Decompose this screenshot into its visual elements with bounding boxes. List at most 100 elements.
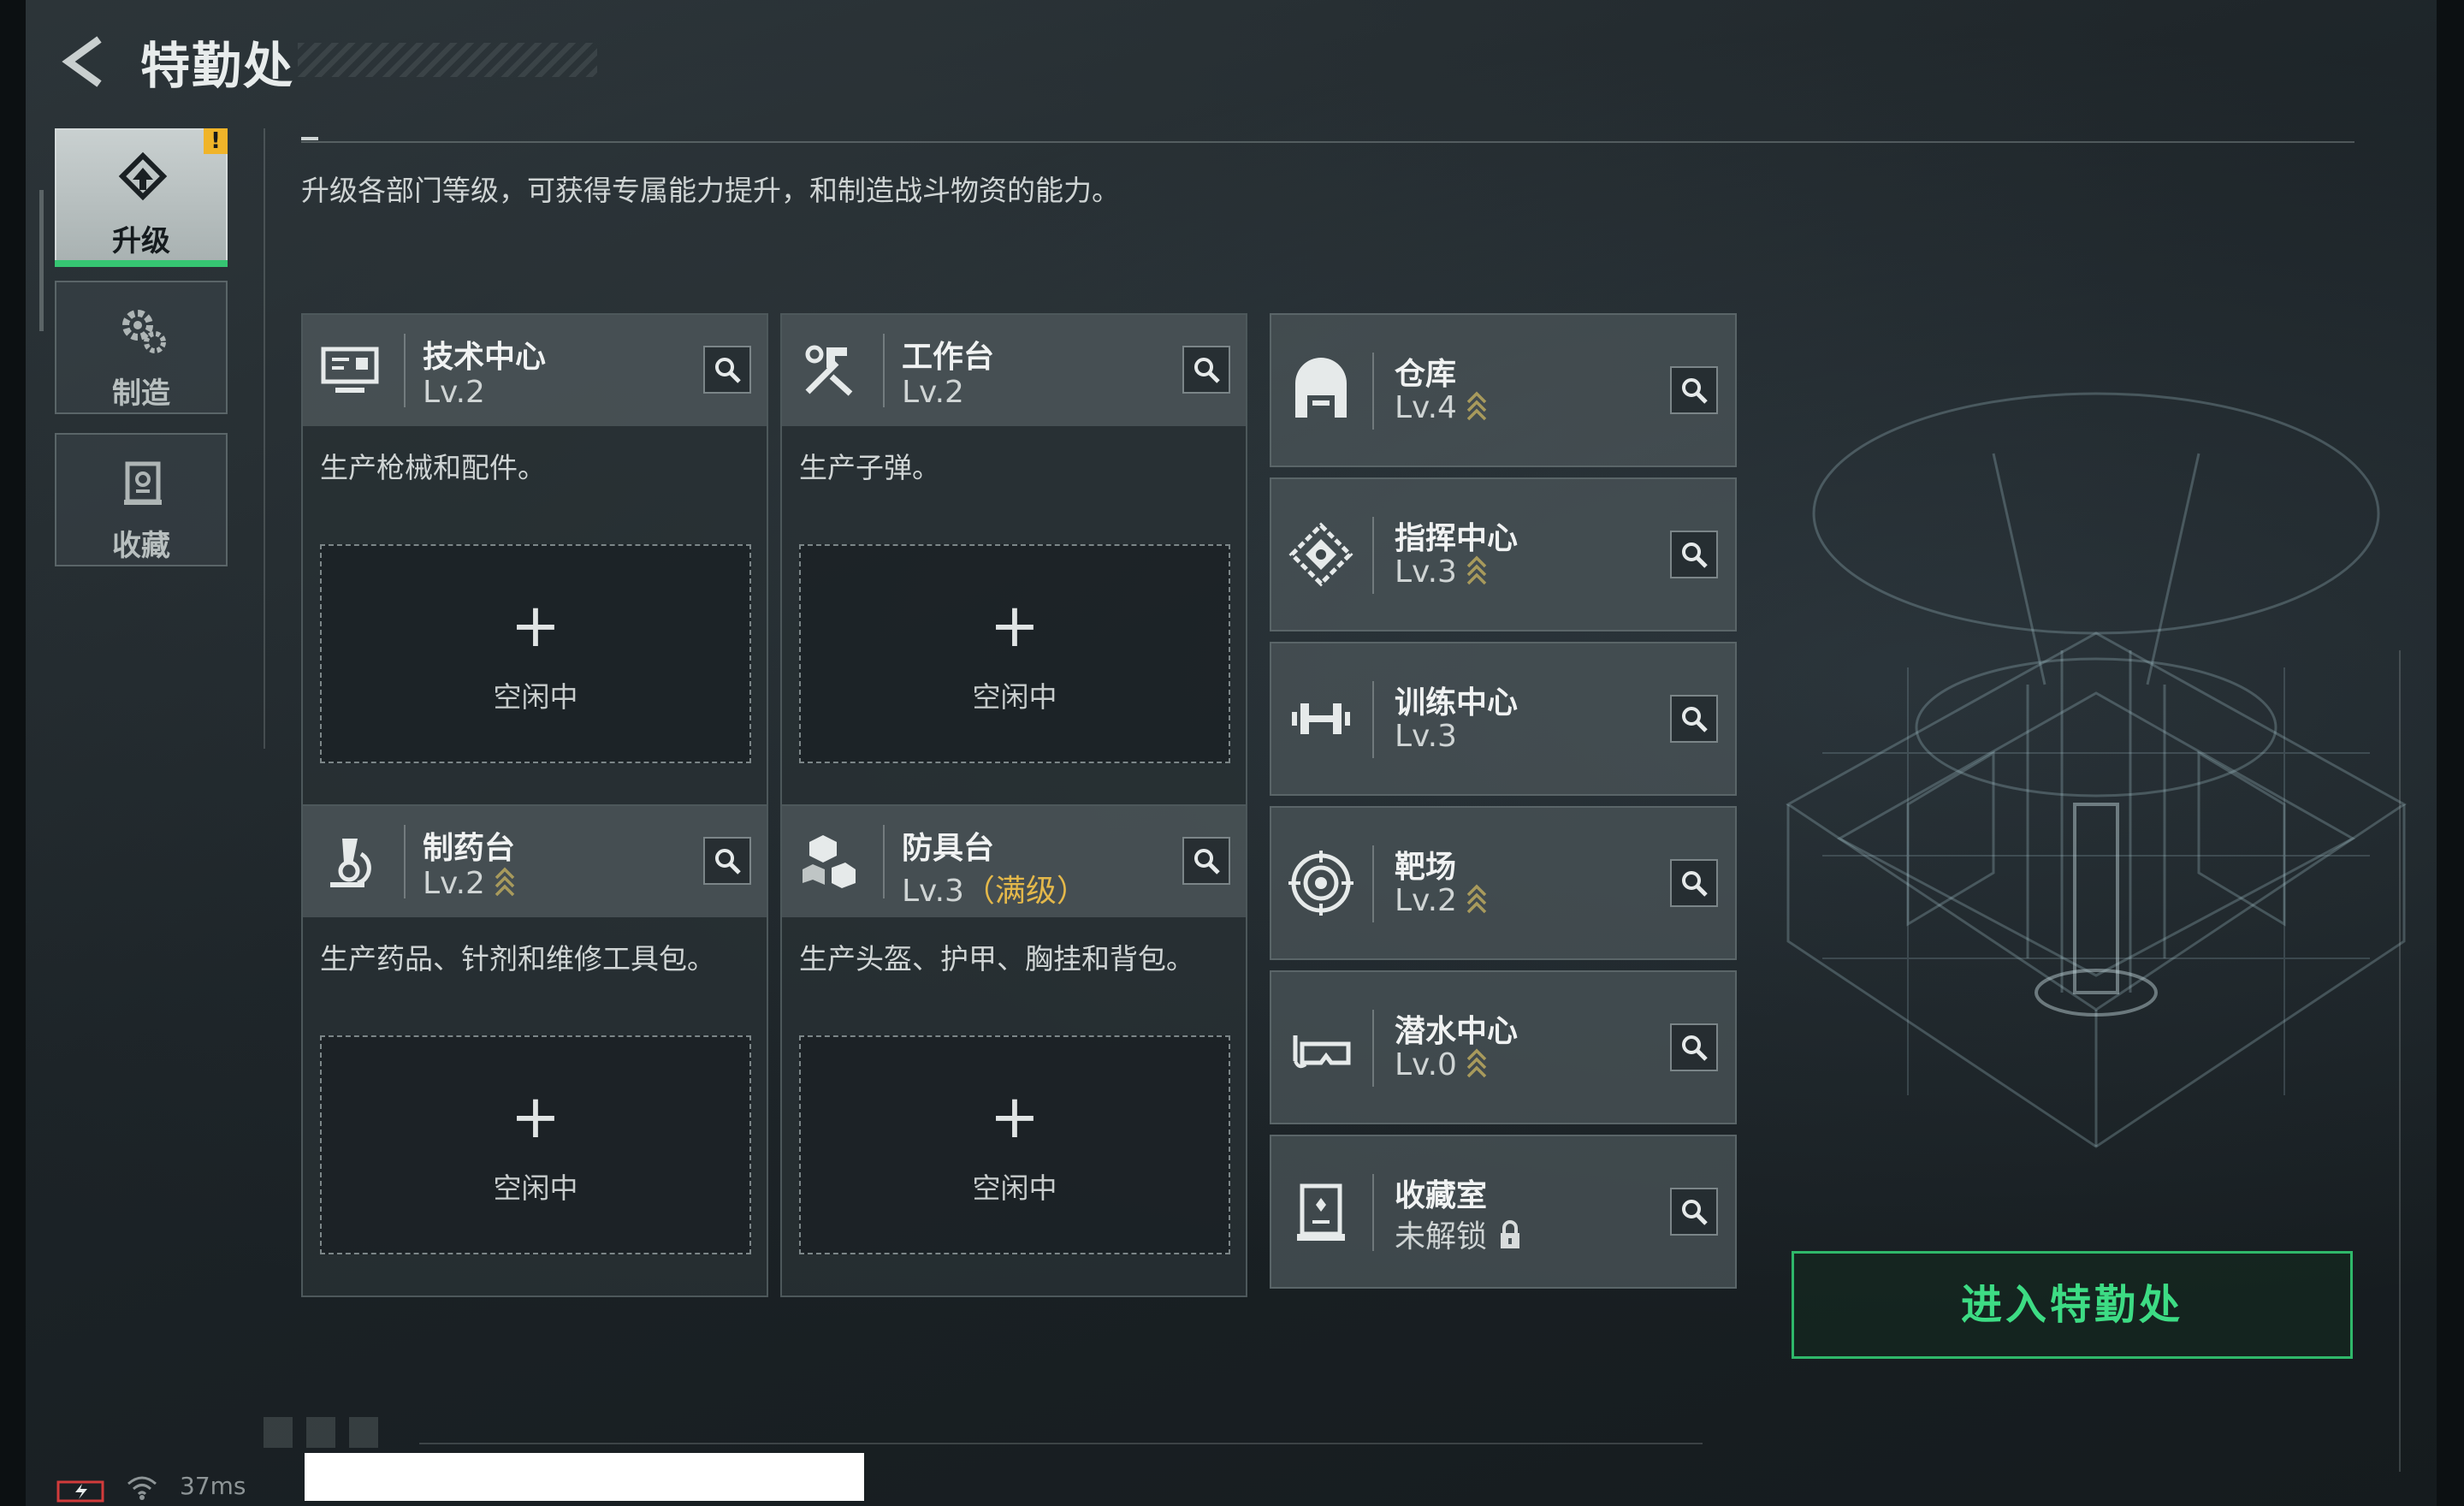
tab-upgrade[interactable]: ! 升级 (55, 128, 228, 267)
dept-shooting-range[interactable]: 靶场 Lv.2 (1270, 806, 1737, 960)
inspect-button[interactable] (703, 837, 751, 885)
card-title: 制药台 (423, 831, 516, 866)
upgrade-available-icon (1466, 1048, 1487, 1078)
card-header: 工作台 Lv.2 (782, 315, 1246, 426)
facility-blueprint-image (1786, 392, 2407, 1148)
card-title: 技术中心 (423, 340, 547, 375)
upgrade-available-icon (1466, 555, 1487, 585)
production-slot[interactable]: + 空闲中 (320, 1035, 751, 1254)
search-icon (715, 849, 741, 875)
plus-icon: + (510, 1082, 561, 1152)
tab-label: 制造 (112, 376, 170, 411)
header-divider (883, 825, 885, 898)
inspect-button[interactable] (1670, 366, 1718, 414)
production-slot[interactable]: + 空闲中 (320, 544, 751, 763)
card-header: 防具台 Lv.3（满级） (782, 806, 1246, 917)
right-edge (2437, 0, 2464, 1506)
upgrade-available-icon (1466, 884, 1487, 914)
computer-icon (321, 347, 379, 393)
tab-collection[interactable]: 收藏 (55, 433, 228, 566)
search-icon (1682, 1035, 1708, 1061)
wifi-icon (127, 1476, 157, 1500)
dept-level: Lv.4 (1395, 390, 1488, 425)
dept-level: Lv.3 (1395, 719, 1457, 754)
dept-divider (1372, 845, 1374, 922)
dept-level: Lv.2 (1395, 883, 1488, 918)
dept-level: Lv.3 (1395, 554, 1488, 590)
dept-divider (1372, 681, 1374, 758)
page-description: 升级各部门等级，可获得专属能力提升，和制造战斗物资的能力。 (301, 174, 1120, 207)
dept-divider (1372, 1010, 1374, 1087)
dept-diving-center[interactable]: 潜水中心 Lv.0 (1270, 970, 1737, 1124)
sidebar-scrollbar[interactable] (39, 190, 44, 331)
inspect-button[interactable] (1670, 531, 1718, 578)
card-description: 生产枪械和配件。 (320, 451, 546, 484)
inspect-button[interactable] (1670, 859, 1718, 907)
production-card-armor-bench[interactable]: 防具台 Lv.3（满级） 生产头盔、护甲、胸挂和背包。 + 空闲中 (780, 804, 1247, 1297)
card-level: Lv.2 (902, 375, 964, 410)
search-icon (1682, 378, 1708, 404)
tab-craft[interactable]: 制造 (55, 281, 228, 414)
divider-mark (301, 137, 318, 140)
dept-name: 潜水中心 (1395, 1014, 1519, 1049)
top-divider (301, 141, 2354, 143)
search-icon (1682, 871, 1708, 897)
card-level: Lv.2 (423, 866, 516, 901)
card-description: 生产药品、针剂和维修工具包。 (320, 942, 715, 975)
left-edge (0, 0, 26, 1506)
card-description: 生产子弹。 (799, 451, 940, 484)
dept-divider (1372, 1174, 1374, 1251)
upgrade-icon (118, 151, 168, 201)
back-arrow-icon[interactable] (56, 34, 111, 89)
lock-icon (1501, 1220, 1520, 1248)
card-level: Lv.3（满级） (902, 874, 1087, 909)
production-card-pharmacy[interactable]: 制药台 Lv.2 生产药品、针剂和维修工具包。 + 空闲中 (301, 804, 768, 1297)
dept-name: 仓库 (1395, 357, 1457, 392)
production-card-workbench[interactable]: 工作台 Lv.2 生产子弹。 + 空闲中 (780, 313, 1247, 806)
redacted-area (305, 1453, 864, 1501)
dept-name: 指挥中心 (1395, 521, 1519, 556)
enter-base-button[interactable]: 进入特勤处 (1792, 1251, 2353, 1359)
right-divider (2399, 650, 2401, 1472)
inspect-button[interactable] (1182, 346, 1230, 394)
production-card-tech-center[interactable]: 技术中心 Lv.2 生产枪械和配件。 + 空闲中 (301, 313, 768, 806)
command-icon (1288, 522, 1353, 587)
microscope-icon (330, 839, 371, 887)
diving-mask-icon (1293, 1035, 1351, 1069)
title-decoration (298, 43, 597, 77)
inspect-button[interactable] (1670, 695, 1718, 743)
collection-icon (124, 461, 162, 505)
vault-icon (1297, 1183, 1345, 1241)
upgrade-available-icon (1466, 391, 1487, 421)
card-header: 技术中心 Lv.2 (303, 315, 767, 426)
plus-icon: + (989, 1082, 1040, 1152)
card-description: 生产头盔、护甲、胸挂和背包。 (799, 942, 1194, 975)
inspect-button[interactable] (1182, 837, 1230, 885)
dept-command-center[interactable]: 指挥中心 Lv.3 (1270, 477, 1737, 631)
max-level-label: （满级） (963, 874, 1087, 909)
slot-status: 空闲中 (493, 680, 578, 714)
card-header: 制药台 Lv.2 (303, 806, 767, 917)
slot-status: 空闲中 (972, 680, 1057, 714)
production-slot[interactable]: + 空闲中 (799, 1035, 1230, 1254)
dept-collection-room[interactable]: 收藏室 未解锁 (1270, 1135, 1737, 1289)
dept-divider (1372, 517, 1374, 594)
battery-charging-icon (56, 1480, 104, 1503)
production-slot[interactable]: + 空闲中 (799, 544, 1230, 763)
page-title: 特勤处 (140, 37, 295, 95)
search-icon (1682, 543, 1708, 568)
inspect-button[interactable] (1670, 1023, 1718, 1071)
inspect-button[interactable] (1670, 1188, 1718, 1236)
dept-training-center[interactable]: 训练中心 Lv.3 (1270, 642, 1737, 796)
inspect-button[interactable] (703, 346, 751, 394)
search-icon (1194, 849, 1220, 875)
search-icon (1682, 1200, 1708, 1225)
warehouse-icon (1295, 358, 1347, 418)
dept-divider (1372, 353, 1374, 430)
dept-warehouse[interactable]: 仓库 Lv.4 (1270, 313, 1737, 467)
tab-label: 升级 (112, 224, 170, 258)
alert-badge: ! (204, 128, 228, 154)
card-title: 工作台 (902, 340, 995, 375)
dumbbell-icon (1292, 703, 1350, 734)
corner-decoration (264, 1417, 383, 1448)
